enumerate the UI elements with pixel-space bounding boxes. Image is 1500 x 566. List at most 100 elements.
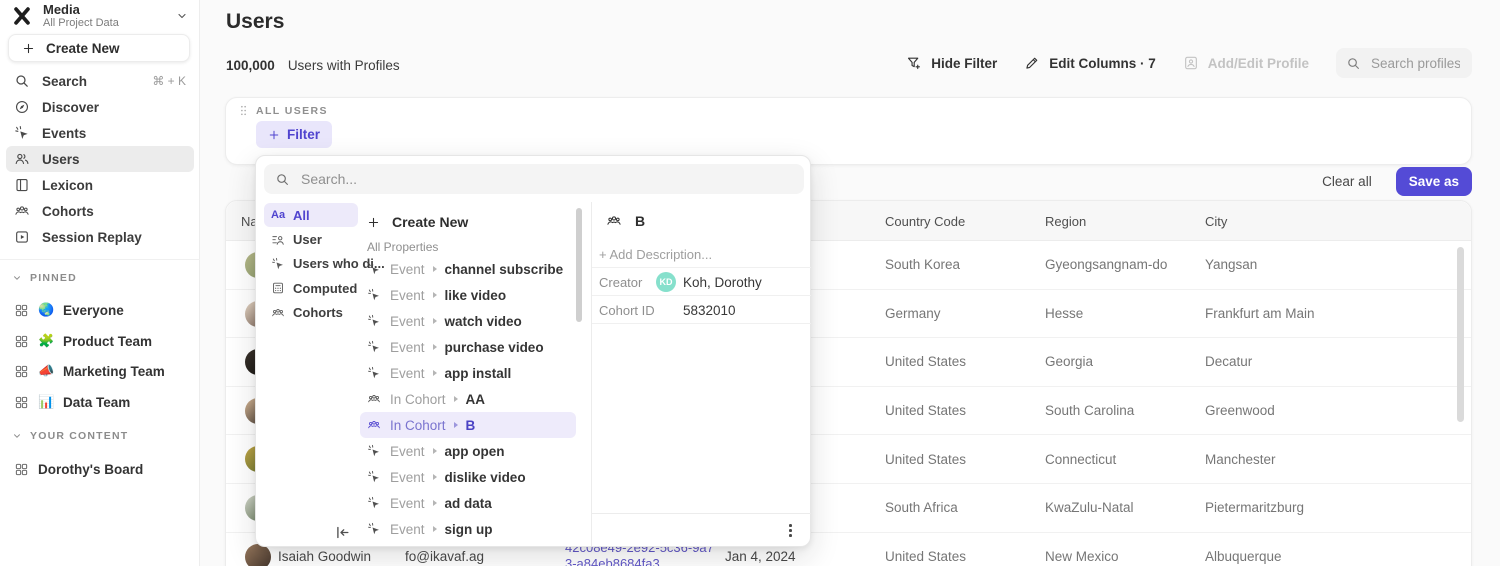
save-as-button[interactable]: Save as [1396,167,1472,196]
cell-city: Albuquerque [1205,533,1282,566]
cell-region: Gyeongsangnam-do [1045,241,1167,289]
item-prefix: Event [390,366,425,381]
collapse-panel-icon[interactable] [334,524,351,541]
sidebar-item-marketing-team[interactable]: 📣 Marketing Team [6,357,194,385]
filter-group-label: ALL USERS [256,105,328,117]
plus-icon [22,42,35,55]
compass-icon [14,99,30,115]
picker-item-event-app-open[interactable]: Event app open [360,438,576,464]
item-name: channel subscribe [445,262,564,277]
detail-divider [592,267,811,268]
picker-category-user[interactable]: User [264,227,358,251]
calculator-icon [271,281,285,295]
sidebar-item-events[interactable]: Events [6,120,194,146]
creator-name: Koh, Dorothy [683,275,762,290]
column-header-country-code[interactable]: Country Code [885,201,965,241]
sidebar-item-dorothys-board[interactable]: Dorothy's Board [6,455,194,483]
picker-item-event-dislike-video[interactable]: Event dislike video [360,464,576,490]
picker-item-event-watch-video[interactable]: Event watch video [360,308,576,334]
picker-item-cohort-b[interactable]: In Cohort B [360,412,576,438]
picker-category-cohorts[interactable]: Cohorts [264,301,358,325]
filter-button-label: Filter [287,127,320,142]
add-edit-profile-label: Add/Edit Profile [1208,56,1309,71]
table-scrollbar[interactable] [1457,247,1464,422]
event-spark-icon [367,288,381,302]
picker-category-all[interactable]: Aa All [264,203,358,227]
plus-icon [367,216,380,229]
sidebar-item-lexicon[interactable]: Lexicon [6,172,194,198]
drag-handle-icon[interactable] [237,104,250,117]
cell-region: South Carolina [1045,387,1134,435]
picker-item-event-like-video[interactable]: Event like video [360,282,576,308]
pinned-section-header[interactable]: PINNED [12,272,77,284]
puzzle-icon: 🧩 [38,333,54,349]
more-options-icon[interactable] [789,524,792,537]
add-edit-profile-button[interactable]: Add/Edit Profile [1183,55,1309,71]
sidebar-item-label: Users [42,152,80,167]
cohort-icon [271,306,285,320]
board-grid-icon [14,364,29,379]
funnel-icon [906,55,922,71]
caret-right-icon [433,318,437,324]
chevron-down-icon [12,431,22,441]
create-new-button[interactable]: Create New [8,34,190,62]
board-label: Dorothy's Board [38,462,143,477]
item-name: app install [445,366,512,381]
project-name: Media [43,3,176,17]
book-icon [14,177,30,193]
sidebar-item-everyone[interactable]: 🌏 Everyone [6,296,194,324]
plus-icon [268,129,280,141]
sidebar-item-search[interactable]: Search ⌘ + K [6,68,194,94]
sidebar-item-cohorts[interactable]: Cohorts [6,198,194,224]
picker-item-cohort-aa[interactable]: In Cohort AA [360,386,576,412]
picker-item-event-ad-data[interactable]: Event ad data [360,490,576,516]
column-header-region[interactable]: Region [1045,201,1086,241]
your-content-section-header[interactable]: YOUR CONTENT [12,430,128,442]
item-name: AA [466,392,486,407]
picker-scrollbar[interactable] [576,208,582,322]
picker-category-computed[interactable]: Computed [264,276,358,300]
category-label: All [293,208,310,223]
cohort-title: B [635,213,645,229]
sidebar-item-product-team[interactable]: 🧩 Product Team [6,327,194,355]
edit-columns-button[interactable]: Edit Columns · 7 [1024,55,1156,71]
column-header-city[interactable]: City [1205,201,1227,241]
event-spark-icon [367,496,381,510]
picker-item-event-channel-subscribe[interactable]: Event channel subscribe [360,256,576,282]
add-filter-button[interactable]: Filter [256,121,332,148]
page-title: Users [226,10,284,34]
sidebar-divider [0,259,200,260]
add-description-button[interactable]: + Add Description... [599,247,712,262]
picker-category-users-who-did[interactable]: Users who di... [264,252,358,276]
cell-country: United States [885,387,966,435]
your-content-label: YOUR CONTENT [30,430,128,442]
users-icon [14,151,30,167]
category-label: Computed [293,281,357,296]
mixpanel-logo-icon [10,5,34,27]
sidebar-item-session-replay[interactable]: Session Replay [6,224,194,250]
cohort-icon [367,418,381,432]
search-profiles-input[interactable] [1369,55,1462,72]
item-prefix: In Cohort [390,418,446,433]
hide-filter-label: Hide Filter [931,56,997,71]
picker-item-event-purchase-video[interactable]: Event purchase video [360,334,576,360]
project-switcher[interactable]: Media All Project Data [6,2,194,30]
hide-filter-button[interactable]: Hide Filter [906,55,997,71]
megaphone-icon: 📣 [38,363,54,379]
sidebar-item-users[interactable]: Users [6,146,194,172]
item-prefix: In Cohort [390,392,446,407]
board-grid-icon [14,395,29,410]
create-new-label: Create New [46,41,120,56]
detail-divider [592,295,811,296]
caret-right-icon [433,500,437,506]
search-profiles-box[interactable] [1336,48,1472,78]
cell-country: Germany [885,290,941,338]
clear-all-button[interactable]: Clear all [1322,174,1372,189]
picker-create-new-button[interactable]: Create New [360,210,576,234]
sidebar-item-data-team[interactable]: 📊 Data Team [6,388,194,416]
picker-item-event-app-install[interactable]: Event app install [360,360,576,386]
sidebar-item-discover[interactable]: Discover [6,94,194,120]
item-name: B [466,418,476,433]
picker-item-event-sign-up[interactable]: Event sign up [360,516,576,542]
chevron-down-icon [12,273,22,283]
